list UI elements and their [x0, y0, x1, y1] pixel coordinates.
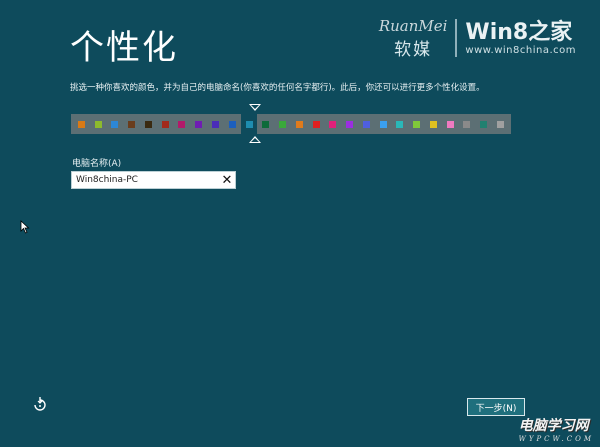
- color-swatch[interactable]: [123, 114, 140, 134]
- color-swatch[interactable]: [224, 114, 241, 134]
- color-swatch[interactable]: [190, 114, 207, 134]
- win8-brand-text: Win8之家: [465, 19, 573, 45]
- color-swatch-chip: [463, 120, 471, 128]
- color-swatch-chip: [245, 120, 253, 128]
- color-swatch-chip: [178, 120, 186, 128]
- pc-name-input[interactable]: [72, 173, 219, 187]
- color-swatch[interactable]: [257, 114, 274, 134]
- color-swatch[interactable]: [392, 114, 409, 134]
- watermark: 电脑学习网 WYPCW.COM: [519, 415, 594, 443]
- watermark-main: 电脑学习网: [518, 418, 589, 434]
- color-swatch[interactable]: [107, 114, 124, 134]
- color-swatch-chip: [77, 120, 85, 128]
- color-swatch-chip: [295, 120, 303, 128]
- color-swatch[interactable]: [90, 114, 107, 134]
- color-swatch-chip: [396, 120, 404, 128]
- logo-divider: [455, 19, 458, 57]
- ease-of-access-icon[interactable]: [32, 396, 48, 412]
- selection-arrow-up-icon: [249, 136, 261, 143]
- instruction-text: 挑选一种你喜欢的颜色，并为自己的电脑命名(你喜欢的任何名字都行)。此后，你还可以…: [70, 83, 485, 93]
- color-swatch-chip: [111, 120, 119, 128]
- color-swatch[interactable]: [358, 114, 375, 134]
- color-swatch[interactable]: [157, 114, 174, 134]
- watermark-sub: WYPCW.COM: [518, 435, 594, 443]
- ruanmei-cn-text: 软媒: [394, 39, 433, 60]
- color-swatch[interactable]: [442, 114, 459, 134]
- color-swatch-chip: [94, 120, 102, 128]
- color-swatch-chip: [228, 120, 236, 128]
- next-button[interactable]: 下一步(N): [467, 398, 525, 416]
- color-swatch[interactable]: [475, 114, 492, 134]
- ruanmei-logo: RuanMei 软媒: [379, 17, 448, 60]
- brand-logo: RuanMei 软媒 Win8之家 www.win8china.com: [379, 14, 576, 62]
- color-palette: [71, 114, 511, 134]
- color-swatch[interactable]: [207, 114, 224, 134]
- color-swatch-chip: [329, 120, 337, 128]
- color-swatch[interactable]: [492, 114, 509, 134]
- color-swatch-chip: [480, 120, 488, 128]
- pc-name-label: 电脑名称(A): [72, 159, 122, 169]
- color-swatch[interactable]: [308, 114, 325, 134]
- color-swatch[interactable]: [274, 114, 291, 134]
- color-swatch-chip: [362, 120, 370, 128]
- win8-logo: Win8之家 www.win8china.com: [465, 19, 576, 56]
- color-swatch-chip: [195, 120, 203, 128]
- color-swatch-chip: [346, 120, 354, 128]
- color-swatch-chip: [128, 120, 136, 128]
- clear-icon[interactable]: ✕: [219, 172, 235, 188]
- color-swatch[interactable]: [459, 114, 476, 134]
- color-swatch[interactable]: [375, 114, 392, 134]
- color-swatch-chip: [429, 120, 437, 128]
- color-swatch[interactable]: [174, 114, 191, 134]
- color-swatch-chip: [212, 120, 219, 128]
- color-swatch[interactable]: [291, 114, 308, 134]
- color-swatch-chip: [161, 120, 169, 128]
- color-swatch-chip: [144, 120, 152, 128]
- color-swatch[interactable]: [324, 114, 341, 134]
- color-swatch[interactable]: [341, 114, 358, 134]
- color-swatch-chip: [279, 120, 287, 128]
- page-title: 个性化: [70, 28, 178, 68]
- mouse-pointer-icon: [20, 220, 30, 234]
- color-swatch-chip: [497, 120, 505, 128]
- color-swatch-chip: [446, 120, 454, 128]
- color-swatch-chip: [379, 120, 387, 128]
- color-swatch-chip: [312, 120, 320, 128]
- color-swatch[interactable]: [425, 114, 442, 134]
- color-swatch[interactable]: [140, 114, 157, 134]
- selection-arrow-down-icon: [249, 104, 261, 111]
- color-swatch[interactable]: [73, 114, 90, 134]
- win8-url-text: www.win8china.com: [465, 44, 576, 56]
- pc-name-field: ✕: [71, 171, 236, 189]
- color-swatch[interactable]: [408, 114, 425, 134]
- color-swatch-chip: [262, 120, 270, 128]
- color-swatch[interactable]: [240, 114, 258, 134]
- color-swatch-chip: [413, 120, 421, 128]
- ruanmei-latin-text: RuanMei: [378, 16, 448, 35]
